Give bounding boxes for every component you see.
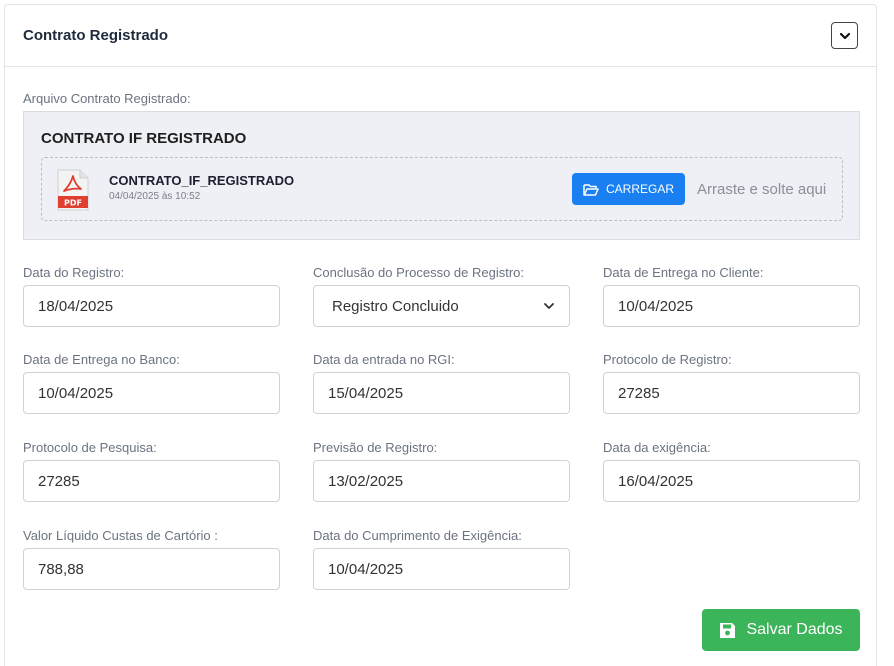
- collapse-button[interactable]: [831, 22, 858, 49]
- data-registro-value: 18/04/2025: [38, 297, 114, 315]
- folder-open-icon: [583, 183, 599, 196]
- data-exigencia-value: 16/04/2025: [618, 472, 694, 490]
- protocolo-pesquisa-value: 27285: [38, 472, 80, 490]
- data-exigencia-input[interactable]: 16/04/2025: [603, 460, 860, 502]
- data-registro-label: Data do Registro:: [23, 265, 125, 280]
- cumprimento-exigencia-label: Data do Cumprimento de Exigência:: [313, 528, 522, 543]
- conclusao-label: Conclusão do Processo de Registro:: [313, 265, 525, 280]
- protocolo-registro-input[interactable]: 27285: [603, 372, 860, 414]
- drop-zone[interactable]: PDF CONTRATO_IF_REGISTRADO 04/04/2025 às…: [41, 157, 843, 221]
- upload-button[interactable]: CARREGAR: [572, 173, 685, 205]
- protocolo-pesquisa-input[interactable]: 27285: [23, 460, 280, 502]
- previsao-registro-input[interactable]: 13/02/2025: [313, 460, 570, 502]
- protocolo-pesquisa-label: Protocolo de Pesquisa:: [23, 440, 157, 455]
- previsao-registro-value: 13/02/2025: [328, 472, 404, 490]
- entrada-rgi-label: Data da entrada no RGI:: [313, 352, 455, 367]
- entrega-cliente-value: 10/04/2025: [618, 297, 694, 315]
- pdf-badge-text: PDF: [64, 199, 82, 208]
- entrega-cliente-label: Data de Entrega no Cliente:: [603, 265, 764, 280]
- entrega-banco-input[interactable]: 10/04/2025: [23, 372, 280, 414]
- pdf-file-icon[interactable]: PDF: [56, 169, 90, 211]
- upload-box-title: CONTRATO IF REGISTRADO: [41, 130, 247, 147]
- data-exigencia-label: Data da exigência:: [603, 440, 711, 455]
- valor-custas-input[interactable]: 788,88: [23, 548, 280, 590]
- save-button-label: Salvar Dados: [746, 621, 843, 638]
- protocolo-registro-value: 27285: [618, 384, 660, 402]
- drop-hint: Arraste e solte aqui: [697, 181, 827, 198]
- cumprimento-exigencia-value: 10/04/2025: [328, 560, 404, 578]
- previsao-registro-label: Previsão de Registro:: [313, 440, 438, 455]
- chevron-down-icon: [839, 32, 850, 39]
- upload-section-label: Arquivo Contrato Registrado:: [23, 91, 191, 106]
- entrada-rgi-value: 15/04/2025: [328, 384, 404, 402]
- conclusao-value: Registro Concluido: [332, 297, 459, 315]
- entrega-banco-label: Data de Entrega no Banco:: [23, 352, 180, 367]
- file-date: 04/04/2025 às 10:52: [109, 191, 201, 202]
- valor-custas-label: Valor Líquido Custas de Cartório :: [23, 528, 218, 543]
- entrega-cliente-input[interactable]: 10/04/2025: [603, 285, 860, 327]
- contrato-registrado-card: Contrato Registrado Arquivo Contrato Reg…: [4, 4, 877, 666]
- data-registro-input[interactable]: 18/04/2025: [23, 285, 280, 327]
- conclusao-select[interactable]: Registro Concluido: [313, 285, 570, 327]
- file-name[interactable]: CONTRATO_IF_REGISTRADO: [109, 173, 294, 188]
- card-title: Contrato Registrado: [23, 27, 169, 44]
- save-button[interactable]: Salvar Dados: [702, 609, 860, 651]
- upload-box: CONTRATO IF REGISTRADO PDF CONTRATO_IF_R…: [23, 111, 860, 240]
- entrega-banco-value: 10/04/2025: [38, 384, 114, 402]
- chevron-down-icon: [544, 303, 554, 309]
- valor-custas-value: 788,88: [38, 560, 84, 578]
- cumprimento-exigencia-input[interactable]: 10/04/2025: [313, 548, 570, 590]
- entrada-rgi-input[interactable]: 15/04/2025: [313, 372, 570, 414]
- upload-button-label: CARREGAR: [605, 182, 674, 196]
- card-header: Contrato Registrado: [5, 5, 876, 67]
- protocolo-registro-label: Protocolo de Registro:: [603, 352, 732, 367]
- floppy-disk-icon: [720, 622, 736, 638]
